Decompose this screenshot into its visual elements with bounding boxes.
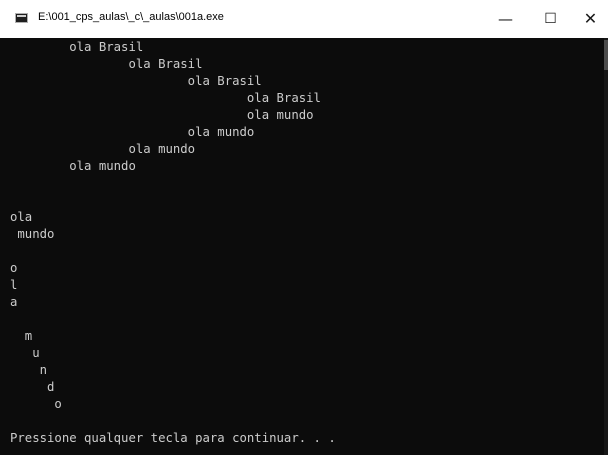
console-line-2: ola Brasil: [10, 57, 203, 71]
console-line-23: o: [10, 397, 62, 411]
console-line-14: o: [10, 261, 18, 275]
console-line-15: l: [10, 278, 18, 292]
console-window: E:\001_cps_aulas\_c\_aulas\001a.exe — ☐ …: [0, 0, 608, 455]
scrollbar-thumb[interactable]: [604, 40, 608, 70]
window-title: E:\001_cps_aulas\_c\_aulas\001a.exe: [38, 11, 224, 23]
console-line-8: ola mundo: [10, 159, 136, 173]
console-line-4: ola Brasil: [10, 91, 321, 105]
console-line-1: ola Brasil: [10, 40, 144, 54]
console-line-5: ola mundo: [10, 108, 314, 122]
close-button[interactable]: ✕: [573, 0, 608, 38]
console-line-21: n: [10, 363, 48, 377]
console-line-20: u: [10, 346, 40, 360]
console-line-22: d: [10, 380, 55, 394]
console-line-3: ola Brasil: [10, 74, 262, 88]
console-line-19: m: [10, 329, 33, 343]
console-output[interactable]: ola Brasil ola Brasil ola Brasil ola Bra…: [0, 38, 604, 455]
vertical-scrollbar[interactable]: [604, 38, 608, 455]
maximize-button[interactable]: ☐: [528, 0, 573, 38]
console-line-12: mundo: [10, 227, 55, 241]
minimize-button[interactable]: —: [483, 0, 528, 38]
console-line-7: ola mundo: [10, 142, 196, 156]
console-line-11: ola: [10, 210, 33, 224]
console-app-icon: [15, 13, 28, 23]
console-line-16: a: [10, 295, 18, 309]
console-line-6: ola mundo: [10, 125, 255, 139]
console-prompt-line: Pressione qualquer tecla para continuar.…: [10, 431, 336, 445]
title-bar[interactable]: E:\001_cps_aulas\_c\_aulas\001a.exe — ☐ …: [0, 0, 608, 38]
